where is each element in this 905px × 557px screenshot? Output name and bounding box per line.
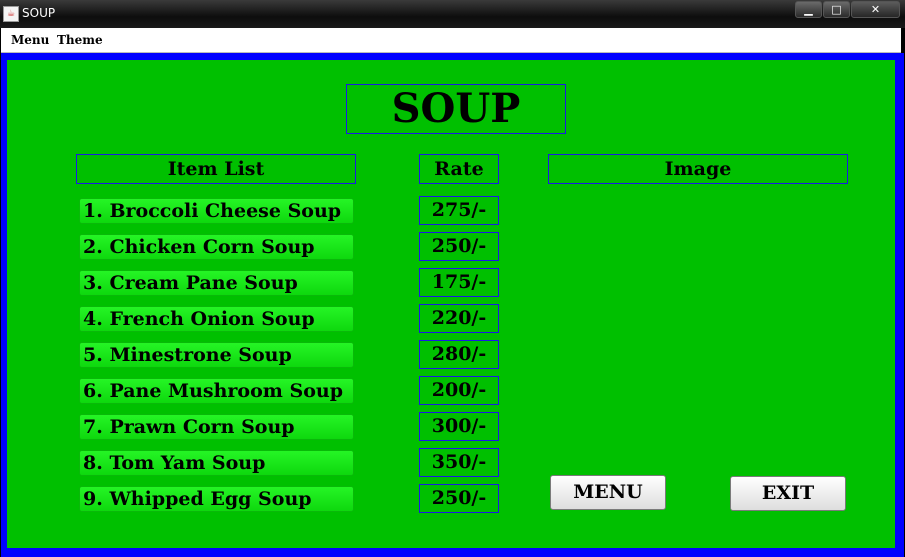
soup-rate: 280/- bbox=[419, 340, 499, 369]
soup-item-button[interactable]: 1. Broccoli Cheese Soup bbox=[79, 198, 354, 224]
window-title: SOUP bbox=[22, 6, 56, 20]
item-list-header: Item List bbox=[76, 154, 356, 184]
image-header: Image bbox=[548, 154, 848, 184]
menu-bar: Menu Theme bbox=[1, 28, 901, 53]
soup-rate: 275/- bbox=[419, 196, 499, 225]
soup-item-button[interactable]: 5. Minestrone Soup bbox=[79, 342, 354, 368]
menu-item-menu[interactable]: Menu bbox=[11, 33, 49, 47]
rate-header: Rate bbox=[419, 154, 499, 184]
page-title: SOUP bbox=[346, 84, 566, 134]
soup-rate: 200/- bbox=[419, 376, 499, 405]
window-titlebar: ☕ SOUP ▁ □ ✕ bbox=[0, 0, 905, 28]
menu-button[interactable]: MENU bbox=[550, 475, 666, 510]
soup-rate: 220/- bbox=[419, 304, 499, 333]
soup-rate: 250/- bbox=[419, 232, 499, 261]
maximize-button[interactable]: □ bbox=[823, 1, 850, 18]
exit-button[interactable]: EXIT bbox=[730, 476, 846, 511]
close-button[interactable]: ✕ bbox=[851, 1, 900, 18]
soup-item-button[interactable]: 7. Prawn Corn Soup bbox=[79, 414, 354, 440]
soup-rate: 300/- bbox=[419, 412, 499, 441]
soup-item-button[interactable]: 6. Pane Mushroom Soup bbox=[79, 378, 354, 404]
soup-item-button[interactable]: 3. Cream Pane Soup bbox=[79, 270, 354, 296]
java-app-icon: ☕ bbox=[3, 6, 19, 22]
window-controls: ▁ □ ✕ bbox=[795, 1, 900, 18]
soup-rate: 175/- bbox=[419, 268, 499, 297]
soup-item-button[interactable]: 4. French Onion Soup bbox=[79, 306, 354, 332]
soup-item-button[interactable]: 9. Whipped Egg Soup bbox=[79, 486, 354, 512]
soup-rate: 350/- bbox=[419, 448, 499, 477]
soup-item-button[interactable]: 2. Chicken Corn Soup bbox=[79, 234, 354, 260]
minimize-button[interactable]: ▁ bbox=[795, 1, 822, 18]
menu-item-theme[interactable]: Theme bbox=[57, 33, 103, 47]
soup-item-button[interactable]: 8. Tom Yam Soup bbox=[79, 450, 354, 476]
soup-rate: 250/- bbox=[419, 484, 499, 513]
